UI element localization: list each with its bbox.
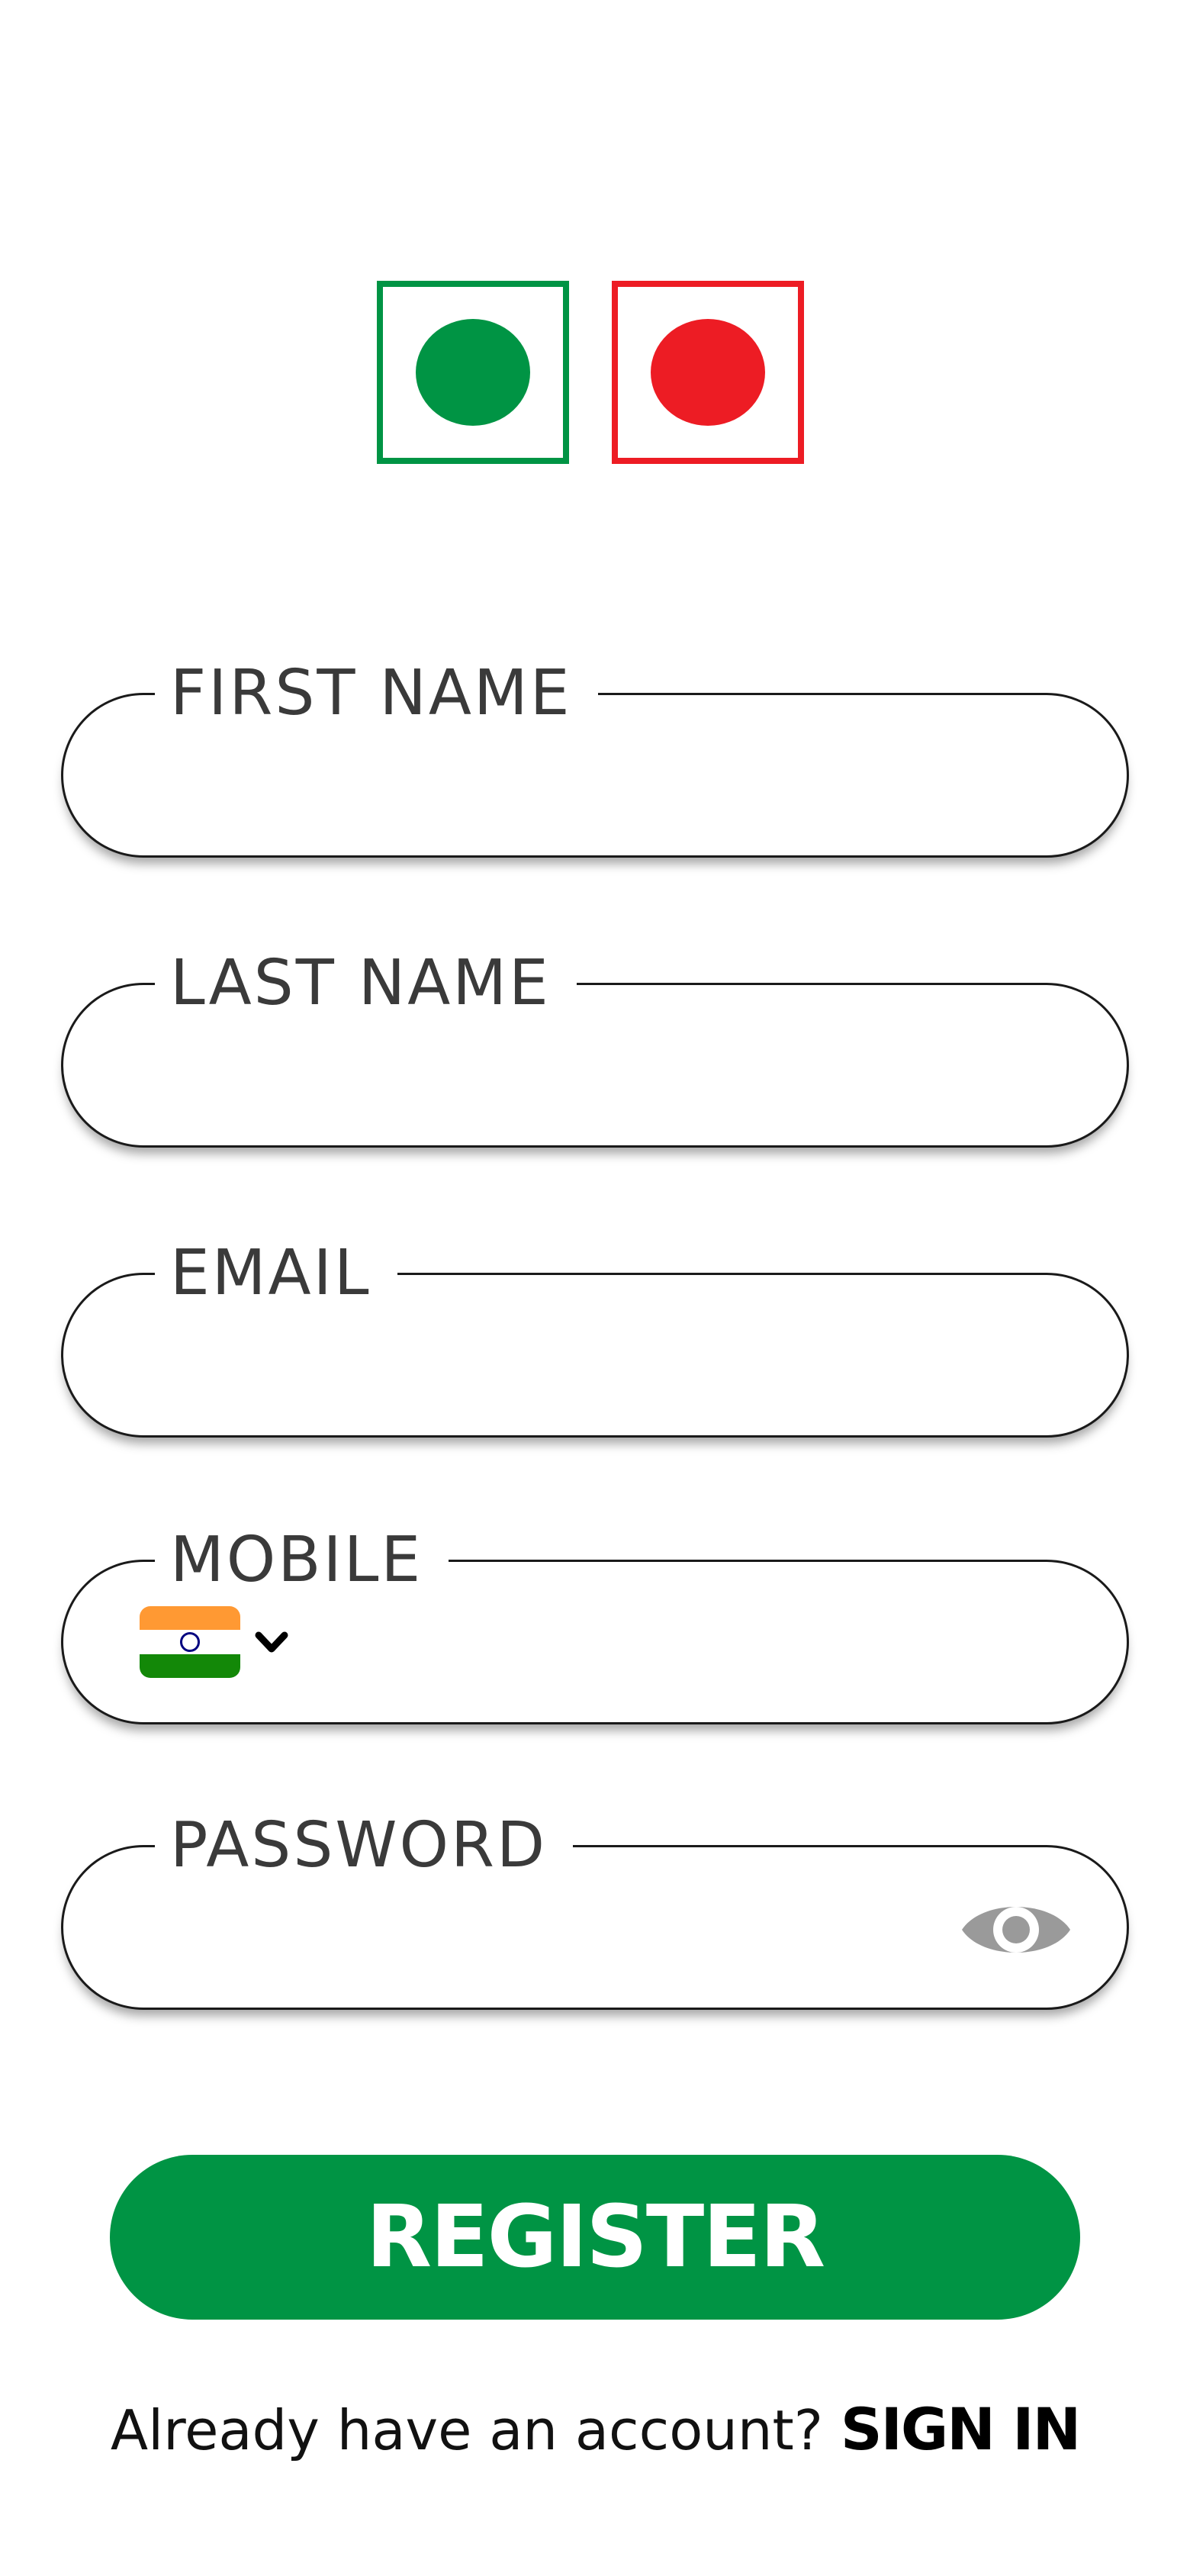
sign-in-prompt: Already have an account? SIGN IN xyxy=(0,2391,1190,2468)
logo-red-dot xyxy=(651,319,765,426)
first-name-field[interactable]: FIRST NAME xyxy=(61,655,1129,858)
first-name-label: FIRST NAME xyxy=(155,655,598,732)
register-screen: FIRST NAME LAST NAME EMAIL MOBILE PASSWO… xyxy=(0,0,1190,2576)
country-code-selector[interactable] xyxy=(140,1606,307,1679)
logo-green-square xyxy=(377,281,569,464)
chevron-down-icon xyxy=(255,1631,288,1653)
mobile-input[interactable] xyxy=(338,1592,989,1692)
password-field[interactable]: PASSWORD xyxy=(61,1808,1129,2010)
first-name-input[interactable] xyxy=(155,726,989,825)
sign-in-link[interactable]: SIGN IN xyxy=(841,2395,1081,2463)
last-name-input[interactable] xyxy=(155,1016,989,1115)
sign-in-prompt-text: Already have an account? xyxy=(110,2398,823,2462)
email-field[interactable]: EMAIL xyxy=(61,1235,1129,1438)
password-label: PASSWORD xyxy=(155,1808,574,1884)
email-label: EMAIL xyxy=(155,1235,397,1312)
mobile-label: MOBILE xyxy=(155,1522,449,1599)
logo-green-dot xyxy=(416,319,530,426)
logo-red-square xyxy=(612,281,804,464)
mobile-field[interactable]: MOBILE xyxy=(61,1522,1129,1724)
eye-icon[interactable] xyxy=(959,1892,1073,1968)
last-name-label: LAST NAME xyxy=(155,945,577,1022)
register-button[interactable]: REGISTER xyxy=(110,2155,1080,2320)
app-logo xyxy=(377,281,813,473)
last-name-field[interactable]: LAST NAME xyxy=(61,945,1129,1148)
email-input[interactable] xyxy=(155,1306,989,1405)
india-flag-icon xyxy=(140,1606,240,1678)
password-input[interactable] xyxy=(155,1878,989,1977)
